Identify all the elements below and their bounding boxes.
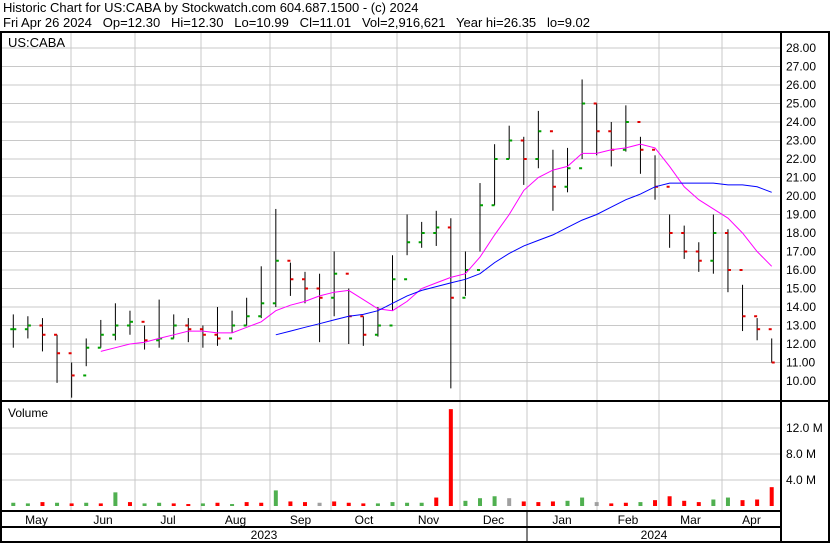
price-tick-label: 26.00 xyxy=(786,78,816,92)
volume-bar xyxy=(682,500,687,506)
volume-tick-label: 8.0 M xyxy=(786,447,816,461)
volume-bar xyxy=(507,498,512,506)
volume-bar xyxy=(186,504,191,506)
price-tick-label: 22.00 xyxy=(786,152,816,166)
volume-bar xyxy=(346,502,351,506)
volume-bar xyxy=(580,497,585,506)
volume-bar xyxy=(653,500,658,506)
ma200-line xyxy=(275,182,772,336)
month-label: Aug xyxy=(225,513,246,527)
volume-bar xyxy=(98,503,103,506)
price-tick-label: 23.00 xyxy=(786,134,816,148)
volume-bar xyxy=(638,502,643,506)
price-tick-label: 21.00 xyxy=(786,171,816,185)
volume-bar xyxy=(521,501,526,506)
price-tick-label: 28.00 xyxy=(786,41,816,55)
volume-bar xyxy=(157,502,162,506)
volume-bar xyxy=(667,496,672,506)
volume-bar xyxy=(448,409,453,506)
volume-bar xyxy=(142,503,147,506)
volume-bar xyxy=(332,501,337,506)
volume-bar xyxy=(302,502,307,506)
volume-bar xyxy=(200,503,205,506)
price-tick-label: 16.00 xyxy=(786,263,816,277)
price-tick-label: 24.00 xyxy=(786,115,816,129)
year-label: 2024 xyxy=(641,528,668,542)
volume-bar xyxy=(478,498,483,506)
volume-bar xyxy=(69,503,74,506)
volume-bar xyxy=(711,499,716,506)
volume-bar xyxy=(609,503,614,506)
month-label: Mar xyxy=(680,513,701,527)
volume-bar xyxy=(419,502,424,506)
price-tick-label: 14.00 xyxy=(786,300,816,314)
symbol-label: US:CABA xyxy=(8,35,66,50)
volume-bar xyxy=(55,502,60,506)
price-tick-label: 18.00 xyxy=(786,226,816,240)
volume-bar xyxy=(536,502,541,506)
price-tick-label: 15.00 xyxy=(786,282,816,296)
price-tick-label: 12.00 xyxy=(786,337,816,351)
volume-bar xyxy=(492,496,497,506)
price-tick-label: 13.00 xyxy=(786,319,816,333)
month-label: Jan xyxy=(552,513,571,527)
chart-frame xyxy=(0,31,830,543)
volume-bar xyxy=(623,502,628,506)
month-label: Oct xyxy=(355,513,374,527)
volume-bar xyxy=(40,502,45,506)
month-label: Feb xyxy=(618,513,639,527)
volume-bar xyxy=(127,502,132,506)
volume-bar xyxy=(244,502,249,506)
volume-bar xyxy=(696,502,701,506)
volume-bar xyxy=(405,502,410,506)
volume-bar xyxy=(113,492,118,506)
volume-bar xyxy=(25,503,30,506)
price-tick-label: 20.00 xyxy=(786,189,816,203)
month-label: May xyxy=(25,513,48,527)
year-label: 2023 xyxy=(251,528,278,542)
price-tick-label: 10.00 xyxy=(786,374,816,388)
volume-label: Volume xyxy=(8,406,49,420)
volume-bar xyxy=(740,500,745,506)
price-tick-label: 11.00 xyxy=(786,356,815,370)
stock-chart: Historic Chart for US:CABA by Stockwatch… xyxy=(0,0,830,543)
volume-bar xyxy=(434,497,439,506)
volume-bar xyxy=(463,500,468,506)
volume-bar xyxy=(317,502,322,506)
volume-bar xyxy=(375,503,380,506)
price-tick-label: 25.00 xyxy=(786,97,816,111)
volume-bar xyxy=(725,497,730,506)
month-label: Jul xyxy=(160,513,175,527)
volume-bar xyxy=(171,503,176,506)
month-label: Nov xyxy=(418,513,439,527)
price-tick-label: 19.00 xyxy=(786,208,816,222)
volume-bar xyxy=(288,501,293,506)
volume-tick-label: 12.0 M xyxy=(786,421,823,435)
month-label: Sep xyxy=(290,513,312,527)
price-tick-label: 27.00 xyxy=(786,60,816,74)
volume-bar xyxy=(11,502,16,506)
volume-bar xyxy=(215,502,220,506)
price-tick-label: 17.00 xyxy=(786,245,816,259)
chart-svg: 28.00 27.00 26.00 25.00 24.00 23.00 22.00 21.00… xyxy=(0,31,830,543)
volume-bar xyxy=(565,500,570,506)
volume-bar xyxy=(755,499,760,506)
volume-bar xyxy=(259,502,264,506)
volume-bar xyxy=(84,502,89,506)
volume-bar xyxy=(550,501,555,506)
volume-bar xyxy=(361,503,366,506)
month-label: Dec xyxy=(483,513,504,527)
volume-tick-label: 4.0 M xyxy=(786,473,816,487)
volume-bar xyxy=(769,487,774,506)
volume-bar xyxy=(390,502,395,506)
volume-bar xyxy=(273,490,278,506)
volume-bar xyxy=(230,504,235,506)
volume-bar xyxy=(594,502,599,506)
month-label: Jun xyxy=(93,513,112,527)
month-label: Apr xyxy=(742,513,761,527)
